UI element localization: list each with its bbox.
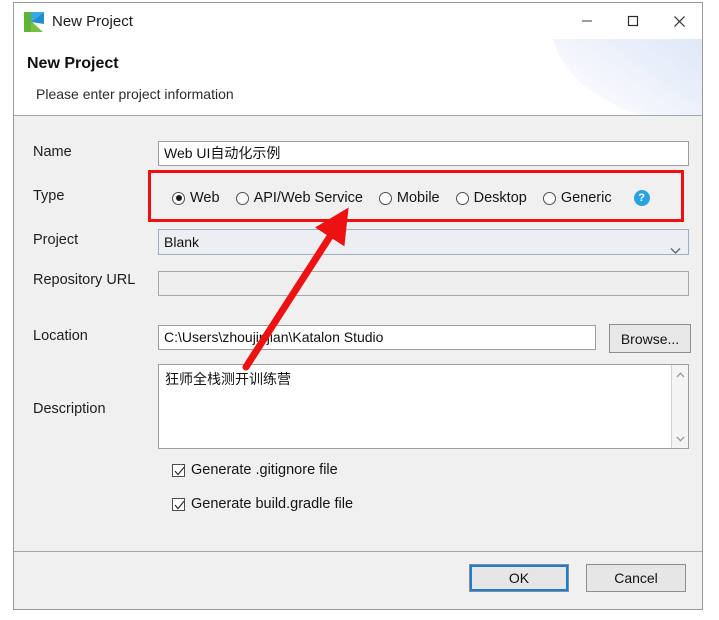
page-title: New Project [27, 55, 119, 72]
radio-label: Generic [560, 190, 612, 206]
window-title: New Project [52, 13, 133, 30]
ok-button[interactable]: OK [469, 564, 569, 592]
maximize-button[interactable] [610, 3, 656, 39]
radio-unselected-icon [235, 191, 249, 205]
dialog-footer: OK Cancel [14, 551, 702, 609]
radio-unselected-icon [378, 191, 392, 205]
cancel-button[interactable]: Cancel [586, 564, 686, 592]
project-label: Project [33, 232, 79, 248]
radio-option-generic[interactable]: Generic [542, 190, 612, 206]
checkbox-label: Generate build.gradle file [191, 496, 354, 512]
checkbox-checked-icon [172, 463, 185, 477]
project-form: Name Web UI自动化示例 Type Web API/Web Servic… [14, 116, 702, 553]
close-button[interactable] [656, 3, 702, 39]
minimize-icon [582, 20, 592, 22]
location-input[interactable]: C:\Users\zhoujinjian\Katalon Studio [158, 325, 596, 350]
repository-url-label: Repository URL [33, 272, 136, 288]
checkbox-generate-gitignore[interactable]: Generate .gitignore file [172, 462, 338, 478]
radio-label: Desktop [473, 190, 527, 206]
radio-label: Web [190, 190, 220, 206]
katalon-logo-icon [23, 11, 45, 33]
close-icon [673, 15, 685, 27]
radio-label: Mobile [396, 190, 440, 206]
radio-label: API/Web Service [253, 190, 363, 206]
dialog-header: New Project Please enter project informa… [14, 39, 702, 116]
minimize-button[interactable] [564, 3, 610, 39]
page-subtitle: Please enter project information [36, 86, 234, 102]
radio-selected-icon [172, 191, 185, 205]
radio-unselected-icon [542, 191, 556, 205]
new-project-dialog: New Project New Project Please enter pro… [13, 2, 703, 610]
checkbox-label: Generate .gitignore file [191, 462, 338, 478]
help-icon[interactable]: ? [633, 190, 650, 206]
description-scrollbar[interactable] [671, 365, 688, 448]
scroll-up-icon[interactable] [672, 366, 689, 383]
location-label: Location [33, 328, 88, 344]
radio-option-web[interactable]: Web [172, 190, 220, 206]
repository-url-input[interactable] [158, 271, 689, 296]
type-label: Type [33, 188, 65, 204]
name-input[interactable]: Web UI自动化示例 [158, 141, 689, 166]
scroll-down-icon[interactable] [672, 430, 689, 447]
title-bar: New Project [14, 3, 702, 39]
radio-option-desktop[interactable]: Desktop [455, 190, 527, 206]
description-value: 狂师全栈测开训练营 [165, 371, 291, 387]
checkbox-generate-build-gradle[interactable]: Generate build.gradle file [172, 496, 353, 512]
checkbox-checked-icon [172, 497, 185, 511]
radio-unselected-icon [455, 191, 469, 205]
browse-button[interactable]: Browse... [609, 324, 691, 353]
chevron-down-icon [670, 238, 681, 262]
radio-option-api-web-service[interactable]: API/Web Service [235, 190, 363, 206]
maximize-icon [627, 15, 639, 27]
project-template-select[interactable]: Blank [158, 229, 689, 255]
type-radio-group: Web API/Web Service Mobile Desktop Gener… [172, 187, 650, 209]
radio-option-mobile[interactable]: Mobile [378, 190, 440, 206]
project-template-value: Blank [164, 234, 200, 250]
description-textarea[interactable]: 狂师全栈测开训练营 [158, 364, 689, 449]
header-decoration [552, 39, 702, 115]
description-label: Description [33, 401, 106, 417]
name-label: Name [33, 144, 72, 160]
